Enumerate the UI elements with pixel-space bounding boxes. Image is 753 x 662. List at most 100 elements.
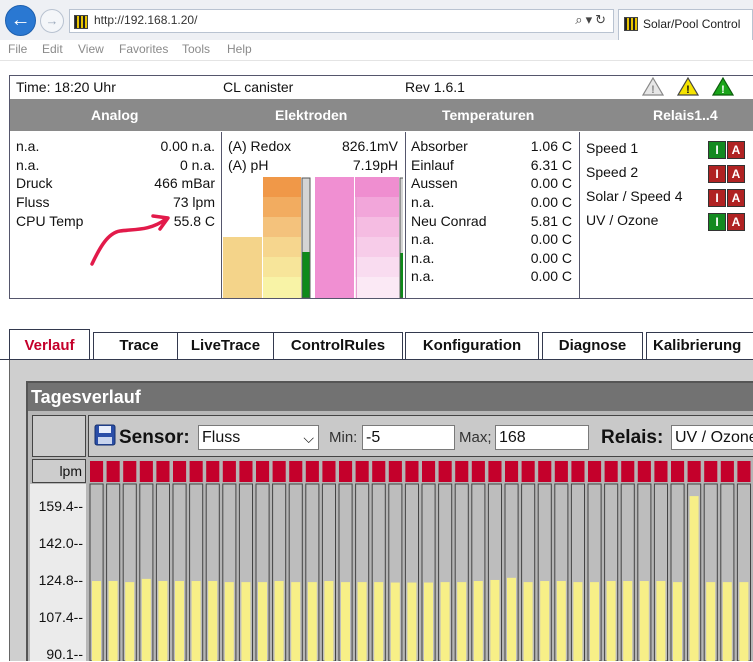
redox-band: [263, 197, 301, 217]
address-url[interactable]: http://192.168.1.20/: [94, 13, 197, 27]
menu-help[interactable]: Help: [227, 42, 252, 56]
address-actions: ⌕▾↻: [575, 12, 609, 28]
relais-label: Relais:: [601, 427, 664, 448]
flow-bar: [241, 582, 251, 661]
electrode-row: (A) pH 7.19pH: [228, 157, 398, 175]
relay-1-auto-button[interactable]: A: [727, 141, 745, 159]
svg-text:!: !: [721, 84, 725, 96]
relay-3-on-button[interactable]: I: [708, 189, 726, 207]
relay-state-cell: [505, 461, 519, 482]
browser-tab[interactable]: Solar/Pool Control: [618, 9, 753, 40]
forward-button[interactable]: →: [40, 9, 64, 33]
ph-gauge-base: [315, 177, 354, 298]
tab-livetrace[interactable]: LiveTrace: [177, 332, 274, 360]
header-temperaturen: Temperaturen: [442, 107, 535, 123]
flow-bar: [92, 581, 101, 661]
min-input[interactable]: -5: [362, 425, 455, 450]
flow-bar-chart: [88, 459, 753, 661]
relay-state-cell: [106, 461, 120, 482]
unit-label: lpm: [32, 459, 86, 483]
relay-state-cell: [637, 461, 651, 482]
ph-level-fill: [400, 253, 403, 298]
temperature-row: Neu Conrad 5.81 C: [411, 213, 572, 231]
relay-state-cell: [222, 461, 236, 482]
relay-state-cell: [405, 461, 419, 482]
flow-bar: [623, 581, 633, 661]
relay-state-cell: [289, 461, 303, 482]
annotation-arrow-icon: [90, 214, 170, 266]
relay-state-cell: [339, 461, 353, 482]
flow-bar: [307, 582, 317, 661]
menu-tools[interactable]: Tools: [182, 42, 210, 56]
flow-bar: [656, 581, 666, 661]
tab-title: Solar/Pool Control: [643, 17, 741, 31]
relay-state-cell: [687, 461, 701, 482]
relay-4-on-button[interactable]: I: [708, 213, 726, 231]
back-button[interactable]: ←: [5, 5, 36, 36]
temperature-column: Absorber 1.06 C Einlauf 6.31 C Aussen 0.00 …: [411, 132, 572, 298]
temperature-label: Aussen: [411, 175, 458, 191]
refresh-icon[interactable]: ↻: [595, 12, 609, 27]
tab-konfiguration[interactable]: Konfiguration: [405, 332, 539, 360]
tab-kalibrierung[interactable]: Kalibrierung: [646, 332, 753, 360]
relay-1-on-button[interactable]: I: [708, 141, 726, 159]
tab-verlauf[interactable]: Verlauf: [9, 329, 90, 360]
tab-controlrules[interactable]: ControlRules: [273, 332, 403, 360]
analog-label: Druck: [16, 175, 53, 191]
analog-value: 0.00 n.a.: [160, 138, 216, 154]
analog-row: n.a. 0 n.a.: [16, 157, 215, 175]
relay-3-auto-button[interactable]: A: [727, 189, 745, 207]
temperature-label: n.a.: [411, 194, 435, 210]
dropdown-icon[interactable]: ▾: [586, 12, 596, 27]
relay-state-cell: [322, 461, 336, 482]
address-bar[interactable]: http://192.168.1.20/ ⌕▾↻: [69, 9, 614, 33]
relay-state-cell: [355, 461, 369, 482]
header-elektroden: Elektroden: [275, 107, 348, 123]
status-header: Analog Elektroden Temperaturen Relais1..…: [10, 99, 753, 131]
search-icon[interactable]: ⌕: [575, 12, 585, 27]
y-tick-label: 90.1--: [46, 646, 83, 662]
sensor-select[interactable]: Fluss ⌵: [198, 425, 319, 450]
flow-bar: [324, 581, 334, 661]
flow-bar: [141, 578, 151, 661]
relais-select[interactable]: UV / Ozone: [671, 425, 753, 450]
analog-value: 55.8 C: [173, 213, 215, 229]
menu-file[interactable]: File: [8, 42, 27, 56]
flow-bar: [291, 582, 301, 661]
relay-state-cell: [206, 461, 220, 482]
menu-favorites[interactable]: Favorites: [119, 42, 168, 56]
tab-trace[interactable]: Trace: [93, 332, 185, 360]
analog-row: Druck 466 mBar: [16, 175, 215, 193]
max-input[interactable]: 168: [495, 425, 589, 450]
relay-2-on-button[interactable]: I: [708, 165, 726, 183]
flow-bar: [224, 582, 234, 661]
status-rev: Rev 1.6.1: [405, 79, 465, 95]
relay-state-cell: [588, 461, 602, 482]
menu-edit[interactable]: Edit: [42, 42, 63, 56]
relay-state-cell: [422, 461, 436, 482]
arrow-left-icon: ←: [10, 9, 31, 31]
temperature-row: n.a. 0.00 C: [411, 231, 572, 249]
relay-label: Speed 1: [586, 140, 639, 156]
relay-state-cell: [438, 461, 452, 482]
save-icon[interactable]: [94, 424, 116, 446]
flow-bar: [556, 581, 566, 661]
relay-state-cell: [388, 461, 402, 482]
relay-state-cell: [521, 461, 535, 482]
electrode-label: (A) pH: [228, 157, 269, 173]
temperature-value: 0.00 C: [530, 268, 572, 284]
relay-4-auto-button[interactable]: A: [727, 213, 745, 231]
y-axis: 159.4-- 142.0-- 124.8-- 107.4-- 90.1--: [30, 484, 86, 662]
flow-bar: [424, 582, 433, 661]
redox-band: [263, 237, 301, 257]
relay-state-cell: [488, 461, 502, 482]
menu-view[interactable]: View: [78, 42, 104, 56]
header-relais: Relais1..4: [653, 107, 718, 123]
tab-diagnose[interactable]: Diagnose: [542, 332, 643, 360]
temperature-label: n.a.: [411, 231, 435, 247]
flow-bar: [706, 582, 716, 661]
flow-bar: [490, 579, 500, 661]
relay-2-auto-button[interactable]: A: [727, 165, 745, 183]
relay-state-cell: [90, 461, 104, 482]
flow-bar: [158, 581, 168, 661]
